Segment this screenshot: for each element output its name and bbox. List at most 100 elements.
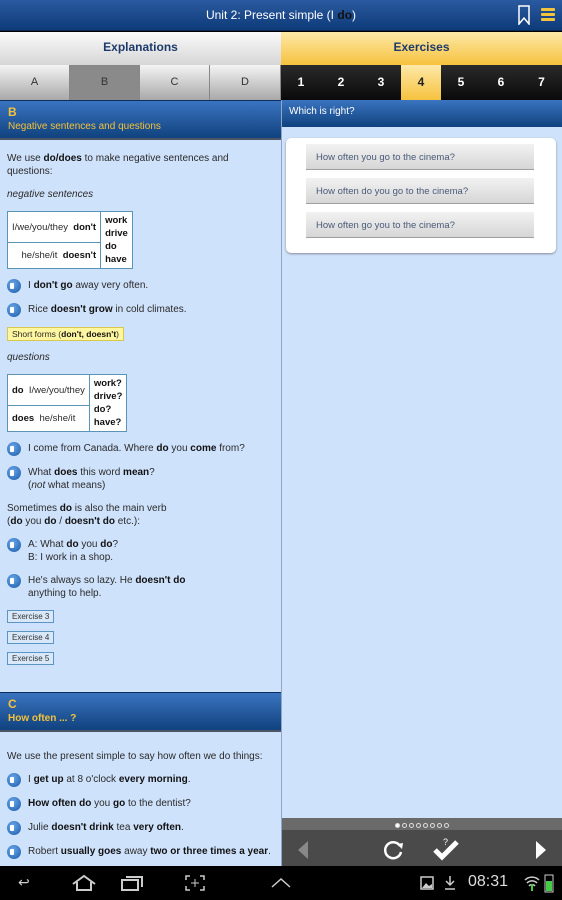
answer-option-3[interactable]: How often go you to the cinema? <box>306 212 534 238</box>
exercise-panel: Which is right? How often you go to the … <box>282 100 562 820</box>
example-audio[interactable]: Rice doesn't grow in cold climates. <box>7 303 274 317</box>
exercise-links: Exercise 3 Exercise 4 Exercise 5 <box>7 600 274 665</box>
menu-icon[interactable] <box>541 8 555 22</box>
example-audio[interactable]: Julie doesn't drink tea very often. <box>7 821 274 835</box>
speaker-icon[interactable] <box>7 303 21 317</box>
speaker-icon[interactable] <box>7 845 21 859</box>
page-dot[interactable] <box>395 823 400 828</box>
subject: he/she/it <box>39 413 76 424</box>
title-bold: do <box>337 8 353 22</box>
example-audio[interactable]: I come from Canada. Where do you come fr… <box>7 442 274 456</box>
example-audio[interactable]: Robert usually goes away two or three ti… <box>7 845 274 859</box>
t: away very often. <box>72 280 149 291</box>
aux: doesn't <box>62 250 97 261</box>
page-dot[interactable] <box>423 823 428 828</box>
verb: drive? <box>93 391 123 402</box>
exercise-tab-1[interactable]: 1 <box>281 65 321 100</box>
exercise-5-link[interactable]: Exercise 5 <box>7 652 55 665</box>
t: Short forms ( <box>12 329 62 339</box>
example-text: I get up at 8 o'clock every morning. <box>28 774 191 785</box>
example-text: Julie doesn't drink tea very often. <box>28 822 184 833</box>
verb: have <box>105 254 127 265</box>
speaker-icon[interactable] <box>7 797 21 811</box>
page-dot[interactable] <box>437 823 442 828</box>
section-title: Negative sentences and questions <box>8 121 161 132</box>
exercise-tab-2[interactable]: 2 <box>321 65 361 100</box>
speaker-icon[interactable] <box>7 574 21 588</box>
t: ) <box>116 329 120 339</box>
example-audio[interactable]: I don't go away very often. <box>7 279 274 293</box>
gallery-notification-icon <box>420 876 434 890</box>
example-text: Rice doesn't grow in cold climates. <box>28 303 187 316</box>
page-dot[interactable] <box>402 823 407 828</box>
section-title: How often ... ? <box>8 713 77 724</box>
aux: don't <box>73 221 97 233</box>
page-indicator <box>282 818 562 830</box>
title-suffix: ) <box>352 8 357 22</box>
section-tab-b[interactable]: B <box>70 65 140 100</box>
verb: do? <box>93 404 112 415</box>
verbs-cell: work drive do have <box>100 211 133 269</box>
answer-option-1[interactable]: How often you go to the cinema? <box>306 144 534 170</box>
exercise-tab-5[interactable]: 5 <box>441 65 481 100</box>
example-audio[interactable]: A: What do you do? B: I work in a shop. <box>7 538 274 564</box>
system-nav-bar: ↩ 08:31 <box>0 866 562 900</box>
subject: I/we/you/they <box>12 221 68 233</box>
verb: work <box>105 215 128 226</box>
section-c-header: C How often ... ? <box>0 692 281 732</box>
section-tab-d[interactable]: D <box>210 65 281 100</box>
example-text: He's always so lazy. He doesn't do anythi… <box>28 575 186 599</box>
speaker-icon[interactable] <box>7 773 21 787</box>
speaker-icon[interactable] <box>7 442 21 456</box>
speaker-icon[interactable] <box>7 466 21 480</box>
section-tab-c[interactable]: C <box>140 65 210 100</box>
verb: drive <box>105 228 128 239</box>
questions-table: do I/we/you/they work? drive? do? have? does… <box>7 374 128 432</box>
speaker-icon[interactable] <box>7 821 21 835</box>
section-tab-a[interactable]: A <box>0 65 70 100</box>
verb: work? <box>93 378 122 389</box>
recent-apps-icon[interactable] <box>120 874 144 892</box>
chevron-up-icon[interactable] <box>270 876 292 890</box>
screenshot-icon[interactable] <box>184 874 206 892</box>
reset-icon[interactable] <box>382 838 406 862</box>
page-dot[interactable] <box>416 823 421 828</box>
speaker-icon[interactable] <box>7 279 21 293</box>
tab-exercises[interactable]: Exercises <box>281 32 562 65</box>
clock: 08:31 <box>468 873 509 890</box>
speaker-icon[interactable] <box>7 538 21 552</box>
exercise-tab-7[interactable]: 7 <box>521 65 562 100</box>
section-b-body: We use do/does to make negative sentence… <box>0 140 281 671</box>
verb: have? <box>93 417 122 428</box>
check-answer-icon[interactable]: ? <box>432 836 460 862</box>
example-audio[interactable]: I get up at 8 o'clock every morning. <box>7 773 274 787</box>
page-dot[interactable] <box>444 823 449 828</box>
aux: does <box>12 413 35 424</box>
example-audio[interactable]: He's always so lazy. He doesn't do anythi… <box>7 574 274 600</box>
exercise-tab-3[interactable]: 3 <box>361 65 401 100</box>
subject-cell: he/she/it doesn't <box>6 242 102 269</box>
bookmark-icon[interactable] <box>517 5 531 25</box>
page-dot[interactable] <box>430 823 435 828</box>
example-text: A: What do you do? B: I work in a shop. <box>28 539 119 563</box>
svg-text:?: ? <box>443 837 448 847</box>
short-forms-button[interactable]: Short forms (don't, doesn't) <box>7 327 125 341</box>
exercise-tab-4[interactable]: 4 <box>401 65 441 100</box>
prev-arrow-icon[interactable] <box>296 840 310 860</box>
next-arrow-icon[interactable] <box>534 840 548 860</box>
exercise-tab-6[interactable]: 6 <box>481 65 521 100</box>
example-audio[interactable]: How often do you go to the dentist? <box>7 797 274 811</box>
section-letter: B <box>8 105 17 119</box>
page-dot[interactable] <box>409 823 414 828</box>
example-audio[interactable]: What does this word mean? (not what means… <box>7 466 274 492</box>
t: Rice <box>28 304 51 315</box>
tab-explanations[interactable]: Explanations <box>0 32 281 65</box>
t: in cold climates. <box>112 304 187 315</box>
answer-option-2[interactable]: How often do you go to the cinema? <box>306 178 534 204</box>
back-icon[interactable]: ↩ <box>18 874 30 891</box>
subject-cell: I/we/you/they don't <box>6 211 102 243</box>
title-bar: Unit 2: Present simple (I do) <box>0 0 562 31</box>
explanation-panel[interactable]: B Negative sentences and questions We us… <box>0 100 281 866</box>
home-icon[interactable] <box>70 874 98 892</box>
intro-text: We use the present simple to say how oft… <box>7 751 263 762</box>
